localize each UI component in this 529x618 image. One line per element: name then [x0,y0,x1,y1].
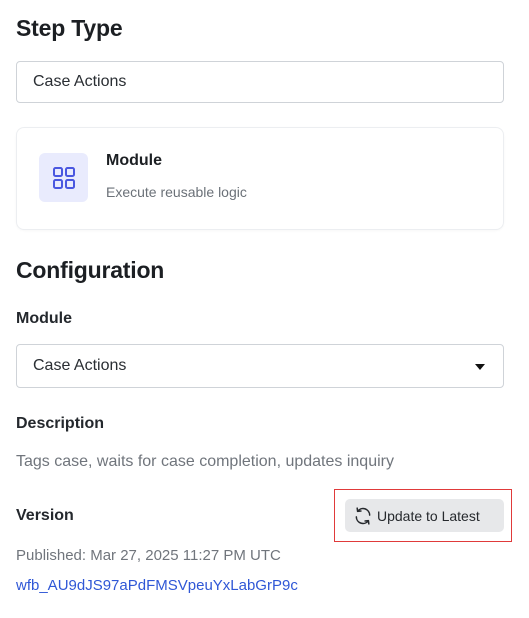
caret-down-icon [475,364,485,370]
module-label: Module [16,310,72,327]
step-type-field[interactable]: Case Actions [16,61,504,103]
update-button-label: Update to Latest [377,507,480,524]
refresh-icon [353,506,373,526]
version-label: Version [16,507,74,524]
description-text: Tags case, waits for case completion, up… [16,453,394,470]
step-type-heading: Step Type [16,15,123,41]
module-select[interactable]: Case Actions [16,344,504,388]
update-to-latest-button[interactable]: Update to Latest [345,499,504,532]
module-select-value: Case Actions [33,357,127,374]
card-subtitle: Execute reusable logic [106,184,247,200]
description-label: Description [16,415,105,432]
step-type-value: Case Actions [33,73,127,90]
grid-icon [39,153,88,202]
card-title: Module [106,152,162,169]
configuration-heading: Configuration [16,257,165,283]
published-timestamp: Published: Mar 27, 2025 11:27 PM UTC [16,547,281,564]
version-id-link[interactable]: wfb_AU9dJS97aPdFMSVpeuYxLabGrP9c [16,577,298,594]
module-step-card[interactable]: Module Execute reusable logic [16,127,504,230]
